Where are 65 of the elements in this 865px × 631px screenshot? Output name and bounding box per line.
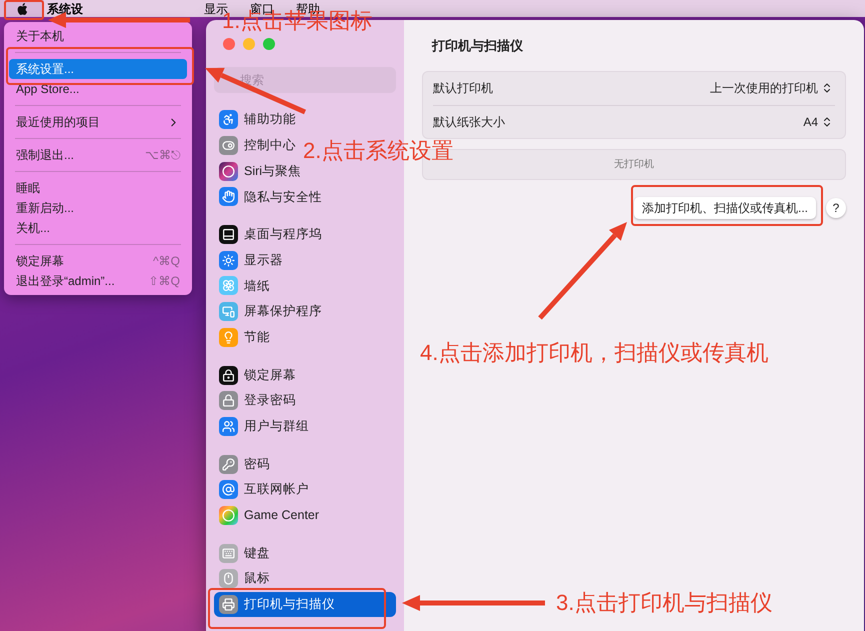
sidebar-item[interactable]: 互联网帐户 [214, 476, 314, 503]
keyboard-icon [219, 544, 238, 563]
sidebar-item[interactable]: 墙纸 [214, 273, 275, 299]
sidebar-item[interactable]: 控制中心 [214, 132, 301, 158]
annotation-text: 4.点击添加打印机，扫描仪或传真机 [420, 342, 768, 364]
sidebar-item[interactable]: 键盘 [214, 540, 275, 566]
menu-item[interactable]: 最近使用的项目 [9, 112, 187, 132]
sidebar-item[interactable]: 打印机与扫描仪 [214, 592, 396, 618]
at-sign-icon [219, 480, 238, 500]
setting-label: 默认纸张大小 [433, 114, 505, 130]
sidebar-item[interactable]: 用户与群组 [214, 414, 314, 440]
sidebar-item[interactable]: 隐私与安全性 [214, 184, 327, 210]
accessibility-icon [219, 110, 238, 130]
sidebar-item[interactable]: Game Center [214, 502, 324, 528]
popup-select[interactable]: 上一次使用的打印机 [708, 79, 835, 97]
sidebar-item[interactable]: 锁定屏幕 [214, 362, 301, 388]
menu-item[interactable]: App Store... [9, 79, 187, 99]
highlight-frame [4, 0, 44, 20]
sidebar-item[interactable]: 密码 [214, 451, 275, 477]
menu-item[interactable]: 睡眠 [9, 178, 187, 198]
updown-chevron-icon [821, 82, 833, 94]
menu-item[interactable]: 系统设置... [9, 59, 187, 79]
sidebar-item[interactable]: 桌面与程序坞 [214, 222, 327, 248]
users-icon [219, 416, 238, 436]
menu-item[interactable]: 关于本机 [9, 26, 187, 46]
siri-orb-icon [219, 162, 238, 181]
zoom-button[interactable] [263, 38, 275, 50]
sidebar-item[interactable]: 屏幕保护程序 [214, 298, 327, 324]
setting-label: 默认打印机 [433, 80, 493, 97]
sidebar-item[interactable]: 登录密码 [214, 388, 301, 414]
menu-bar-item[interactable]: 显示 [204, 2, 228, 14]
page-title: 打印机与扫描仪 [432, 37, 524, 55]
menu-item[interactable]: 重新启动... [9, 198, 187, 218]
add-printer-button[interactable]: 添加打印机、扫描仪或传真机... [634, 196, 816, 218]
empty-list-text: 无打印机 [614, 158, 654, 172]
lock-icon [219, 391, 238, 410]
dock-icon [219, 225, 238, 244]
lock-icon [219, 366, 238, 385]
toggle-icon [219, 136, 238, 156]
updown-chevron-icon [821, 116, 833, 128]
sidebar-item[interactable]: 显示器 [214, 247, 288, 274]
menu-item[interactable]: 强制退出... ⌥⌘⎋ [9, 145, 187, 165]
menu-item[interactable]: 关机... [9, 218, 187, 238]
annotation-text: 3.点击打印机与扫描仪 [556, 592, 772, 614]
shortcut-text: ^⌘Q [153, 253, 180, 270]
printer-icon [219, 595, 238, 614]
shortcut-text: ⇧⌘Q [148, 273, 180, 290]
lightbulb-icon [219, 328, 238, 347]
sun-icon [219, 250, 238, 270]
mouse-icon [219, 569, 238, 588]
hand-icon [219, 187, 238, 206]
minimize-button[interactable] [243, 38, 255, 50]
sidebar-item[interactable]: 辅助功能 [214, 107, 301, 133]
menu-item[interactable]: 锁定屏幕 ^⌘Q [9, 251, 187, 271]
menu-bar-item[interactable]: 系统设 [47, 2, 83, 14]
help-button[interactable]: ? [826, 198, 846, 218]
sidebar-item[interactable]: 节能 [214, 324, 275, 350]
shortcut-text: ⌥⌘⎋ [145, 147, 180, 164]
sidebar-item[interactable]: 鼠标 [214, 566, 275, 592]
menu-item[interactable]: 退出登录“admin”... ⇧⌘Q [9, 271, 187, 291]
flower-icon [219, 276, 238, 296]
popup-select[interactable]: A4 [801, 112, 835, 130]
screen-icon [219, 302, 238, 322]
close-button[interactable] [223, 38, 235, 50]
key-icon [219, 454, 238, 474]
